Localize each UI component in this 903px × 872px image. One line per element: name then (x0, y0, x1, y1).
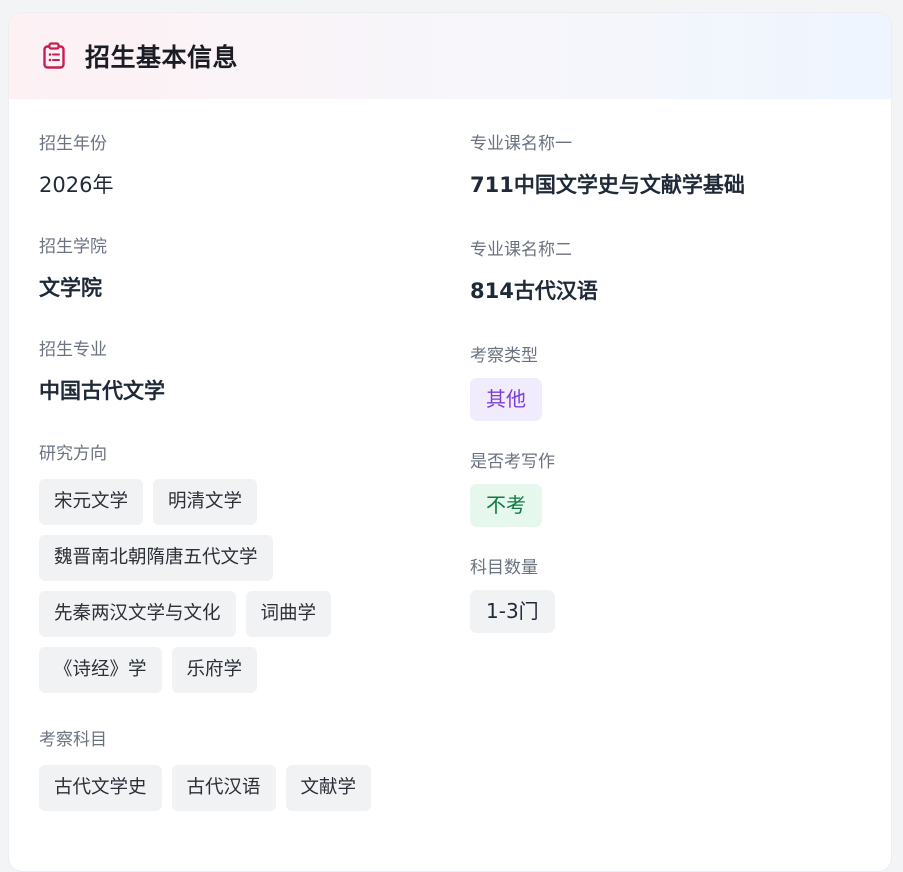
directions-field: 研究方向 宋元文学 明清文学 魏晋南北朝隋唐五代文学 先秦两汉文学与文化 词曲学… (39, 443, 439, 693)
admission-info-card: 招生基本信息 招生年份 2026年 招生学院 文学院 招生专业 中国古代文学 研… (8, 12, 892, 872)
card-title: 招生基本信息 (85, 43, 239, 72)
major-field: 招生专业 中国古代文学 (39, 339, 439, 406)
left-column: 招生年份 2026年 招生学院 文学院 招生专业 中国古代文学 研究方向 宋元文… (39, 99, 439, 811)
college-label: 招生学院 (39, 237, 107, 257)
course1-label: 专业课名称一 (470, 134, 572, 154)
clipboard-icon (41, 41, 67, 71)
right-column: 专业课名称一 711中国文学史与文献学基础 专业课名称二 814古代汉语 考察类… (470, 99, 870, 663)
course1-value: 711中国文学史与文献学基础 (470, 173, 745, 197)
count-badge: 1-3门 (470, 590, 555, 633)
writing-field: 是否考写作 不考 (470, 451, 870, 557)
major-label: 招生专业 (39, 340, 107, 360)
direction-tag: 先秦两汉文学与文化 (39, 591, 236, 637)
college-field: 招生学院 文学院 (39, 236, 439, 303)
count-field: 科目数量 1-3门 (470, 557, 870, 663)
card-header: 招生基本信息 (9, 13, 891, 99)
subject-tag: 文献学 (285, 765, 372, 811)
subjects-field: 考察科目 古代文学史 古代汉语 文献学 (39, 729, 439, 811)
college-value: 文学院 (39, 276, 102, 300)
writing-badge: 不考 (470, 484, 542, 527)
major-value: 中国古代文学 (39, 379, 165, 403)
direction-tag: 《诗经》学 (39, 647, 162, 693)
course2-label: 专业课名称二 (470, 240, 572, 260)
course1-field: 专业课名称一 711中国文学史与文献学基础 (470, 133, 870, 239)
directions-tags: 宋元文学 明清文学 魏晋南北朝隋唐五代文学 先秦两汉文学与文化 词曲学 《诗经》… (39, 479, 439, 693)
direction-tag: 魏晋南北朝隋唐五代文学 (39, 535, 273, 581)
direction-tag: 宋元文学 (39, 479, 144, 525)
exam-type-badge: 其他 (470, 378, 542, 421)
subject-tag: 古代文学史 (39, 765, 162, 811)
subjects-tags: 古代文学史 古代汉语 文献学 (39, 765, 439, 811)
subjects-label: 考察科目 (39, 730, 107, 750)
exam-type-field: 考察类型 其他 (470, 345, 870, 451)
year-value: 2026年 (39, 173, 114, 197)
year-field: 招生年份 2026年 (39, 133, 439, 200)
year-label: 招生年份 (39, 134, 107, 154)
course2-field: 专业课名称二 814古代汉语 (470, 239, 870, 345)
subject-tag: 古代汉语 (171, 765, 276, 811)
direction-tag: 乐府学 (171, 647, 258, 693)
directions-label: 研究方向 (39, 444, 107, 464)
course2-value: 814古代汉语 (470, 279, 598, 303)
count-label: 科目数量 (470, 558, 538, 578)
direction-tag: 词曲学 (245, 591, 332, 637)
exam-type-label: 考察类型 (470, 346, 538, 366)
writing-label: 是否考写作 (470, 452, 555, 472)
direction-tag: 明清文学 (153, 479, 258, 525)
